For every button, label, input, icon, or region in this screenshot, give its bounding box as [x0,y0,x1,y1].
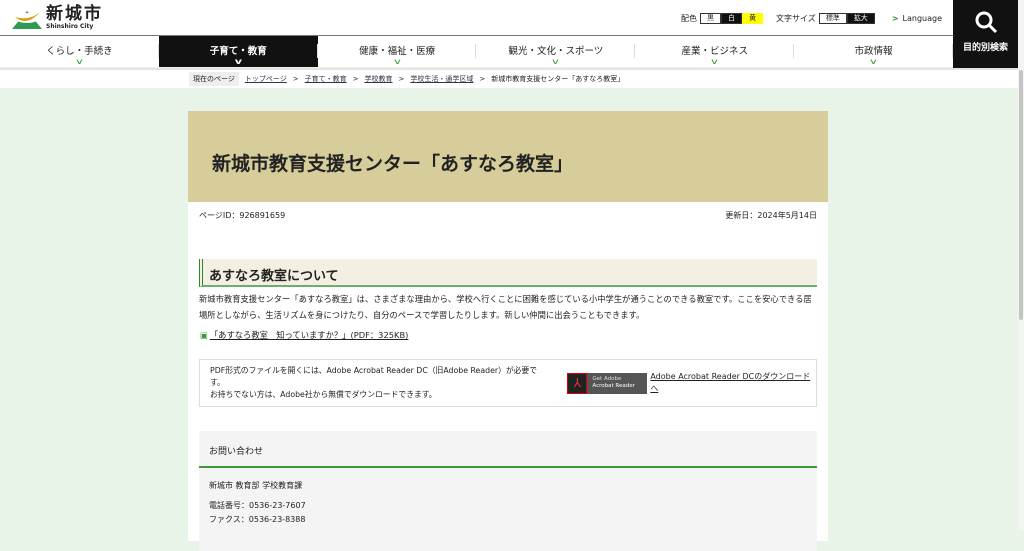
breadcrumb-link[interactable]: 学校教育 [365,74,393,84]
breadcrumb: 現在のページ トップページ > 子育て・教育 > 学校教育 > 学校生活・通学区域 > … [0,68,1018,88]
color-yellow-button[interactable]: 黄 [742,13,764,24]
acrobat-notice: PDF形式のファイルを開くには、Adobe Acrobat Reader DC（… [199,359,817,407]
chevron-down-icon: v [870,57,877,66]
scrollbar-thumb[interactable] [1019,70,1023,320]
font-large-button[interactable]: 拡大 [846,13,875,24]
logo-subtitle: Shinshiro City [46,23,94,30]
city-logo-icon [12,11,42,29]
pdf-icon: ▣ [200,330,208,340]
search-label: 目的別検索 [962,43,1008,53]
contact-fax: ファクス：0536-23-8388 [209,515,306,524]
site-header: 新城市 Shinshiro City 配色 黒 白 黄 文字サイズ 標準 拡大 … [0,0,1018,36]
contact-title: お問い合わせ [199,431,817,468]
chevron-right-icon: > [891,14,899,23]
acrobat-icon: ⅄ [567,372,588,394]
contact-org: 新城市 教育部 学校教育課 [209,481,303,490]
contact-box: お問い合わせ 新城市 教育部 学校教育課 電話番号：0536-23-7607 フ… [199,431,817,551]
language-link[interactable]: > Language [892,14,942,23]
breadcrumb-link[interactable]: 子育て・教育 [305,74,347,84]
search-icon [975,11,997,34]
scrollbar[interactable] [1018,0,1024,530]
acrobat-download-link[interactable]: Adobe Acrobat Reader DCのダウンロードへ [650,371,816,395]
site-logo[interactable]: 新城市 Shinshiro City [12,6,103,30]
breadcrumb-link[interactable]: 学校生活・通学区域 [410,74,473,84]
font-standard-button[interactable]: 標準 [818,13,847,24]
updated-date: 更新日：2024年5月14日 [725,211,817,220]
breadcrumb-link[interactable]: トップページ [245,74,287,84]
breadcrumb-current: 新城市教育支援センター「あすなろ教室」 [491,75,625,83]
page-title: 新城市教育支援センター「あすなろ教室」 [188,111,828,202]
breadcrumb-label: 現在のページ [189,72,239,86]
pdf-link[interactable]: 「あすなろ教室 知っていますか？」(PDF：325KB) [210,330,409,340]
color-label: 配色 [681,14,698,23]
accessibility-tools: 配色 黒 白 黄 文字サイズ 標準 拡大 > Language [681,13,942,24]
color-white-button[interactable]: 白 [721,13,743,24]
color-black-button[interactable]: 黒 [700,13,722,24]
section-body: 新城市教育支援センター「あすなろ教室」は、さまざまな理由から、学校へ行くことに困… [199,294,812,320]
section-heading: あすなろ教室について [199,259,817,287]
contact-phone: 電話番号：0536-23-7607 [209,501,306,510]
font-size-label: 文字サイズ [776,14,816,23]
acrobat-text: PDF形式のファイルを開くには、Adobe Acrobat Reader DC（… [210,366,538,387]
page-id: ページID：926891659 [199,211,286,220]
get-acrobat-badge[interactable]: ⅄ Get Adobe Acrobat Reader [567,372,648,394]
nav-city-info[interactable]: 市政情報 v [794,36,953,67]
logo-name: 新城市 [46,4,103,24]
acrobat-text: お持ちでない方は、Adobe社から無償でダウンロードできます。 [210,390,437,399]
main-content: 新城市教育支援センター「あすなろ教室」 ページID：926891659 更新日：… [188,111,828,551]
main-nav: くらし・手続き v 子育て・教育 v 健康・福祉・医療 v 観光・文化・スポーツ v 産… [0,36,953,67]
